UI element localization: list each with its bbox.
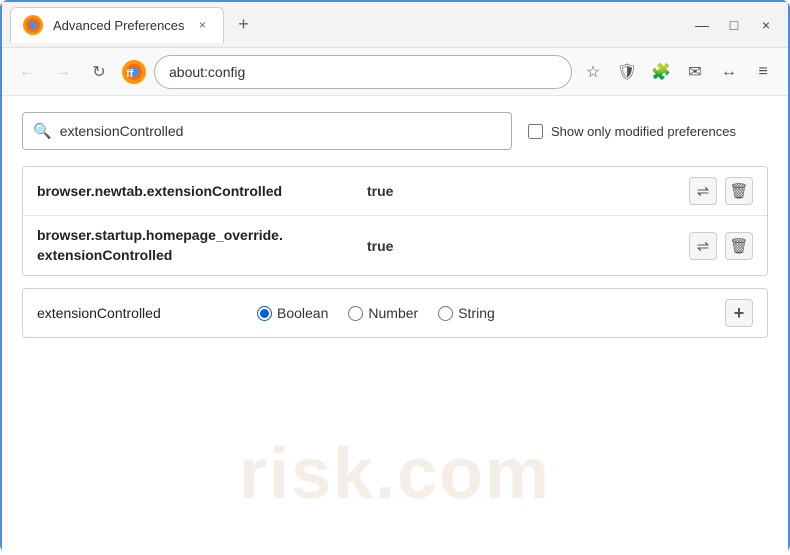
extension-button[interactable]: 🧩	[646, 57, 676, 87]
reload-button[interactable]: ↻	[84, 57, 114, 87]
close-button[interactable]: ×	[752, 11, 780, 39]
type-options: Boolean Number String	[257, 305, 725, 321]
results-table: browser.newtab.extensionControlled true …	[22, 166, 768, 276]
show-modified-checkbox[interactable]	[528, 124, 543, 139]
show-modified-label: Show only modified preferences	[551, 124, 736, 139]
number-label: Number	[368, 305, 418, 321]
svg-text:ff: ff	[126, 68, 134, 80]
string-label: String	[458, 305, 495, 321]
boolean-label: Boolean	[277, 305, 328, 321]
window-controls: — □ ×	[688, 11, 780, 39]
main-content: risk.com 🔍 Show only modified preference…	[2, 96, 788, 555]
radio-string[interactable]	[438, 306, 453, 321]
profile-button[interactable]: ✉	[680, 57, 710, 87]
tab-title: Advanced Preferences	[53, 18, 185, 33]
maximize-button[interactable]: □	[720, 11, 748, 39]
show-modified-option: Show only modified preferences	[528, 124, 736, 139]
tab-close-button[interactable]: ×	[193, 15, 213, 35]
nav-bar: ← → ↻ ff about:config ☆ 🛡 🧩 ✉ ↔ ≡	[2, 48, 788, 96]
shield-button[interactable]: 🛡	[612, 57, 642, 87]
delete-button-1[interactable]: 🗑	[725, 177, 753, 205]
search-row: 🔍 Show only modified preferences	[22, 112, 768, 150]
add-preference-row: extensionControlled Boolean Number Strin…	[22, 288, 768, 338]
new-tab-button[interactable]: +	[230, 11, 258, 39]
pref-name-1: browser.newtab.extensionControlled	[37, 183, 367, 199]
pref-value-1: true	[367, 183, 689, 199]
search-input[interactable]	[60, 123, 501, 139]
pref-actions-1: ⇌ 🗑	[689, 177, 753, 205]
bookmark-button[interactable]: ☆	[578, 57, 608, 87]
type-number[interactable]: Number	[348, 305, 418, 321]
firefox-logo: ff	[120, 58, 148, 86]
nav-icons: ☆ 🛡 🧩 ✉ ↔ ≡	[578, 57, 778, 87]
search-icon: 🔍	[33, 122, 52, 140]
back-button[interactable]: ←	[12, 57, 42, 87]
menu-button[interactable]: ≡	[748, 57, 778, 87]
pref-value-2: true	[367, 238, 689, 254]
radio-number[interactable]	[348, 306, 363, 321]
table-row: browser.newtab.extensionControlled true …	[23, 167, 767, 216]
toggle-button-2[interactable]: ⇌	[689, 232, 717, 260]
type-string[interactable]: String	[438, 305, 495, 321]
tab-favicon	[21, 13, 45, 37]
browser-tab[interactable]: Advanced Preferences ×	[10, 7, 224, 43]
add-preference-button[interactable]: +	[725, 299, 753, 327]
delete-button-2[interactable]: 🗑	[725, 232, 753, 260]
table-row: browser.startup.homepage_override.extens…	[23, 216, 767, 275]
title-bar: Advanced Preferences × + — □ ×	[2, 2, 788, 48]
minimize-button[interactable]: —	[688, 11, 716, 39]
add-pref-name: extensionControlled	[37, 305, 257, 321]
address-bar[interactable]: about:config	[154, 55, 572, 89]
radio-boolean[interactable]	[257, 306, 272, 321]
forward-button[interactable]: →	[48, 57, 78, 87]
watermark: risk.com	[239, 433, 551, 515]
address-text: about:config	[169, 64, 245, 80]
type-boolean[interactable]: Boolean	[257, 305, 328, 321]
pref-name-2: browser.startup.homepage_override.extens…	[37, 226, 367, 265]
sync-button[interactable]: ↔	[714, 57, 744, 87]
pref-actions-2: ⇌ 🗑	[689, 232, 753, 260]
toggle-button-1[interactable]: ⇌	[689, 177, 717, 205]
preference-search-box[interactable]: 🔍	[22, 112, 512, 150]
